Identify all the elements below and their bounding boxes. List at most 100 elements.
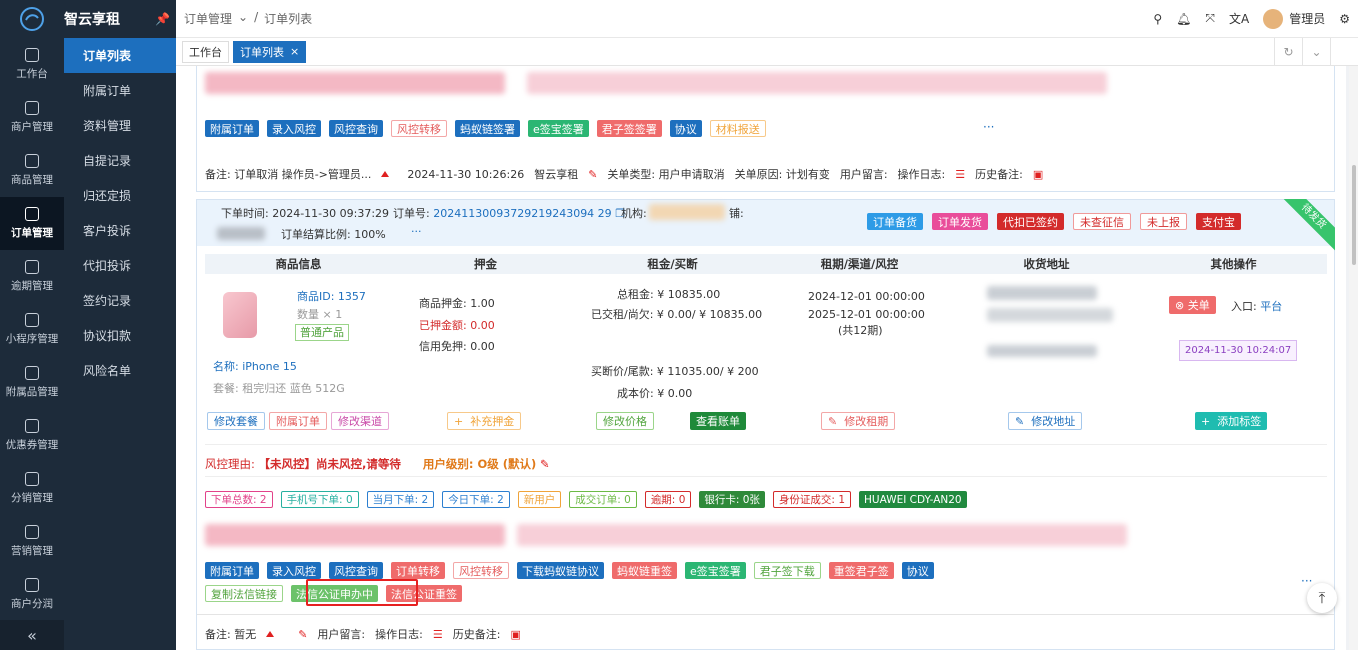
action-button[interactable]: 协议 <box>669 120 702 137</box>
action-button[interactable]: 协议 <box>901 562 934 579</box>
sub-order-button[interactable]: 附属订单 <box>269 412 327 430</box>
expand-icon[interactable] <box>381 171 390 177</box>
action-button[interactable]: 复制法信链接 <box>205 585 283 602</box>
yen-icon <box>25 578 39 592</box>
breadcrumb-parent[interactable]: 订单管理 <box>184 10 232 27</box>
edit-address-label: 修改地址 <box>1031 415 1076 428</box>
action-button[interactable]: 蚂蚁链重签 <box>612 562 677 579</box>
action-button[interactable]: e签宝签署 <box>528 120 589 137</box>
tab-order-list[interactable]: 订单列表 × <box>233 40 307 63</box>
view-bill-button[interactable]: 查看账单 <box>690 412 746 430</box>
edit-term-button[interactable]: ✎ 修改租期 <box>821 412 896 430</box>
order-no-label: 订单号: <box>393 207 430 220</box>
bell-icon[interactable]: 🔔︎ <box>1176 12 1191 26</box>
action-button[interactable]: 订单转移 <box>391 562 445 579</box>
refresh-icon[interactable]: ↻ <box>1274 38 1302 65</box>
action-button[interactable]: 风控转移 <box>453 562 509 579</box>
plus-icon: + <box>454 414 464 428</box>
translate-icon[interactable]: 文A <box>1229 10 1249 27</box>
action-button[interactable]: 附属订单 <box>205 120 259 137</box>
nav-item[interactable]: 分销管理 <box>0 462 64 515</box>
nav-item[interactable]: 商品管理 <box>0 144 64 197</box>
edit-address-button[interactable]: ✎ 修改地址 <box>1008 412 1083 430</box>
add-deposit-button[interactable]: + 补充押金 <box>447 412 522 430</box>
status-badge: 未查征信 <box>1073 213 1131 230</box>
more-icon[interactable]: ··· <box>1301 574 1312 588</box>
action-button[interactable]: 风控查询 <box>329 120 383 137</box>
action-button[interactable]: 重签君子签 <box>828 562 894 579</box>
order-time-label: 下单时间: <box>221 207 269 220</box>
op-log-label: 操作日志: <box>897 168 946 181</box>
subnav-item[interactable]: 代扣投诉 <box>64 248 176 283</box>
edit-icon[interactable]: ✎ <box>588 168 597 181</box>
list-icon[interactable]: ☰ <box>955 168 965 181</box>
gear-icon[interactable]: ⚙ <box>1339 12 1350 26</box>
close-icon[interactable]: × <box>290 45 299 58</box>
subnav-item[interactable]: 协议扣款 <box>64 318 176 353</box>
order-no[interactable]: 20241130093729219243094 29 <box>433 207 611 220</box>
expand-icon[interactable] <box>266 631 275 637</box>
product-type-badge: 普通产品 <box>295 324 349 341</box>
nav-item[interactable]: 附属品管理 <box>0 356 64 409</box>
deposit-value: 1.00 <box>470 297 495 310</box>
collapse-nav-button[interactable]: « <box>0 620 64 650</box>
chevron-down-icon[interactable]: ⌄ <box>1302 38 1330 65</box>
nav-item[interactable]: 工作台 <box>0 38 64 91</box>
more-icon[interactable]: ··· <box>983 120 994 134</box>
calendar-icon[interactable]: ▣ <box>1033 168 1043 181</box>
user-menu[interactable]: 管理员 <box>1263 8 1325 29</box>
action-button[interactable]: 录入风控 <box>267 562 321 579</box>
action-button[interactable]: 君子签下载 <box>753 562 821 579</box>
history-label: 历史备注: <box>452 628 501 641</box>
subnav-item[interactable]: 资料管理 <box>64 108 176 143</box>
action-button[interactable]: 附属订单 <box>205 562 259 579</box>
fullscreen-icon[interactable]: ⤧ <box>1205 11 1215 26</box>
top-bar: 订单管理 ⌄ / 订单列表 ⚲ 🔔︎ ⤧ 文A 管理员 ⚙ <box>176 0 1358 38</box>
action-button[interactable]: e签宝签署 <box>685 562 746 579</box>
subnav-item[interactable]: 签约记录 <box>64 283 176 318</box>
edit-price-button[interactable]: 修改价格 <box>596 412 654 430</box>
subnav-item[interactable]: 自提记录 <box>64 143 176 178</box>
list-icon[interactable]: ☰ <box>433 628 443 641</box>
action-button[interactable]: 蚂蚁链签署 <box>455 120 520 137</box>
nav-item[interactable]: 小程序管理 <box>0 303 64 356</box>
tab-more-icon[interactable] <box>1330 38 1358 65</box>
subnav-item[interactable]: 归还定损 <box>64 178 176 213</box>
subnav-item[interactable]: 客户投诉 <box>64 213 176 248</box>
close-order-button[interactable]: ⊗ 关单 <box>1169 296 1216 314</box>
add-tag-button[interactable]: + 添加标签 <box>1195 412 1268 430</box>
action-button[interactable]: 风控转移 <box>391 120 447 137</box>
main-content: 附属订单 录入风控 风控查询 风控转移 蚂蚁链签署 e签宝签署 君子签签署 协议 材料报送 备注… <box>176 66 1346 650</box>
search-icon[interactable]: ⚲ <box>1153 12 1162 26</box>
subnav-item[interactable]: 订单列表 <box>64 38 176 73</box>
action-button[interactable]: 下载蚂蚁链协议 <box>517 562 604 579</box>
nav-item[interactable]: 逾期管理 <box>0 250 64 303</box>
nav-label: 订单管理 <box>11 227 53 239</box>
op-time-badge: 2024-11-30 10:24:07 <box>1179 340 1298 361</box>
remark-text: 备注: 暂无 <box>205 628 257 641</box>
nav-item[interactable]: 订单管理 <box>0 197 64 250</box>
nav-item[interactable]: 商户管理 <box>0 91 64 144</box>
action-button[interactable]: 材料报送 <box>709 120 766 137</box>
subnav-item[interactable]: 附属订单 <box>64 73 176 108</box>
more-icon[interactable]: ··· <box>411 225 422 238</box>
edit-icon[interactable]: ✎ <box>298 628 307 641</box>
nav-item[interactable]: 优惠券管理 <box>0 409 64 462</box>
edit-channel-button[interactable]: 修改渠道 <box>331 412 389 430</box>
tab-workbench[interactable]: 工作台 <box>182 40 229 63</box>
action-button[interactable]: 风控查询 <box>329 562 383 579</box>
scrollbar[interactable] <box>1349 66 1358 650</box>
alarm-icon <box>25 260 39 274</box>
edit-package-button[interactable]: 修改套餐 <box>207 412 265 430</box>
pin-icon[interactable]: 📌 <box>155 12 170 26</box>
nav-item[interactable]: 商户分润 <box>0 568 64 621</box>
edit-icon[interactable]: ✎ <box>540 457 550 471</box>
subnav-item[interactable]: 风险名单 <box>64 353 176 388</box>
calendar-icon[interactable]: ▣ <box>510 628 520 641</box>
back-to-top-icon[interactable]: ⤒ <box>1307 583 1337 613</box>
action-button[interactable]: 录入风控 <box>267 120 321 137</box>
action-button[interactable]: 君子签签署 <box>596 120 662 137</box>
scrollbar-thumb[interactable] <box>1352 165 1356 265</box>
nav-item[interactable]: 营销管理 <box>0 515 64 568</box>
term-end: 2025-12-01 00:00:00 <box>808 308 925 321</box>
